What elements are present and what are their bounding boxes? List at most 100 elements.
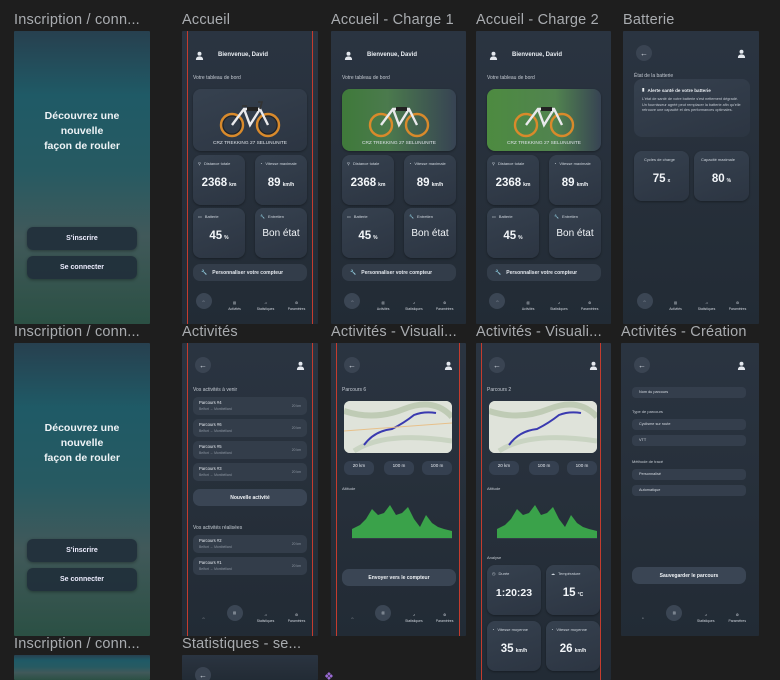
list-item[interactable]: Parcours #2 Belfort → Montbéliard 20 km bbox=[193, 535, 307, 553]
wrench-icon: 🔧 bbox=[554, 214, 559, 219]
route-map[interactable] bbox=[489, 401, 597, 453]
list-item[interactable]: Parcours #4 Belfort → Montbéliard 20 km bbox=[193, 397, 307, 415]
maintenance-card[interactable]: 🔧 Entretien Bon état bbox=[404, 208, 456, 258]
map-icon[interactable]: ▥ bbox=[666, 605, 683, 621]
nav-activities[interactable]: ▥ Activités bbox=[664, 301, 688, 311]
battery-icon: ▭ bbox=[347, 214, 351, 219]
map-icon[interactable]: ▥ bbox=[375, 605, 392, 621]
nav-stats[interactable]: ⩘ Statistiques bbox=[695, 301, 719, 311]
login-button[interactable]: Se connecter bbox=[27, 568, 137, 591]
nav-stats[interactable]: ⩘ Statistiques bbox=[694, 613, 718, 623]
route-type-label: Type de parcours bbox=[632, 409, 663, 414]
welcome-frame-3 bbox=[14, 655, 150, 680]
save-route-button[interactable]: Sauvegarder le parcours bbox=[632, 567, 746, 584]
home-icon[interactable]: ⌂ bbox=[195, 293, 212, 309]
nav-home[interactable]: ⌂ bbox=[192, 616, 216, 620]
route-map[interactable] bbox=[344, 401, 452, 453]
signup-button[interactable]: S'inscrire bbox=[27, 227, 137, 250]
list-item[interactable]: Parcours #1 Belfort → Montbéliard 20 km bbox=[193, 557, 307, 575]
frame-label-charge1: Accueil - Charge 1 bbox=[331, 12, 454, 28]
distance-card[interactable]: ⚲ Distance totale 2368 km bbox=[193, 155, 245, 205]
method-auto-option[interactable]: Automatique bbox=[632, 485, 746, 496]
battery-card[interactable]: ▭ Batterie 45% bbox=[342, 208, 394, 258]
user-icon[interactable] bbox=[190, 46, 208, 64]
nav-settings[interactable]: ⚙ Paramètres bbox=[726, 301, 750, 311]
new-activity-button[interactable]: Nouvelle activité bbox=[193, 489, 307, 506]
user-icon[interactable] bbox=[440, 357, 456, 373]
back-arrow-icon[interactable]: ← bbox=[634, 357, 650, 373]
login-button[interactable]: Se connecter bbox=[27, 256, 137, 279]
user-icon[interactable] bbox=[733, 357, 749, 373]
elevation-up-pill: 100 m bbox=[384, 461, 414, 475]
battery-card[interactable]: ▭ Batterie 45% bbox=[487, 208, 539, 258]
back-arrow-icon[interactable]: ← bbox=[344, 357, 360, 373]
maintenance-card[interactable]: 🔧 Entretien Bon état bbox=[255, 208, 307, 258]
bike-card-charging[interactable]: CRZ TREKKING 27 SELUNUNITE bbox=[342, 89, 456, 151]
route-name-input[interactable]: Nom du parcours bbox=[632, 387, 746, 398]
nav-stats[interactable]: ⩘ Statistiques bbox=[254, 613, 278, 623]
list-item[interactable]: Parcours #6 Belfort → Montbéliard 20 km bbox=[193, 419, 307, 437]
gear-icon: ⚙ bbox=[443, 613, 447, 617]
gear-icon: ⚙ bbox=[588, 301, 592, 305]
home-icon[interactable]: ⌂ bbox=[489, 293, 506, 309]
maintenance-card[interactable]: 🔧 Entretien Bon état bbox=[549, 208, 601, 258]
speed-card[interactable]: ◔ Vitesse maximale 89 km/h bbox=[549, 155, 601, 205]
nav-activities[interactable]: ▥ Activités bbox=[223, 301, 247, 311]
home-icon[interactable]: ⌂ bbox=[636, 293, 653, 309]
bike-icon bbox=[513, 107, 575, 138]
back-arrow-icon[interactable]: ← bbox=[489, 357, 505, 373]
speed-card[interactable]: ◔ Vitesse maximale 89 km/h bbox=[404, 155, 456, 205]
max-capacity-card: Capacité maximale 80% bbox=[694, 151, 749, 201]
battery-card[interactable]: ▭ Batterie 45% bbox=[193, 208, 245, 258]
dashboard-title: Votre tableau de bord bbox=[342, 75, 390, 81]
user-icon[interactable] bbox=[339, 46, 357, 64]
nav-home[interactable]: ⌂ bbox=[340, 616, 364, 620]
accueil-frame: Bienvenue, David Votre tableau de bord C… bbox=[182, 31, 318, 324]
user-icon[interactable] bbox=[733, 45, 749, 61]
bike-card[interactable]: CRZ TREKKING 27 SELUNUNITE bbox=[193, 89, 307, 151]
signup-button[interactable]: S'inscrire bbox=[27, 539, 137, 562]
speed-card[interactable]: ◔ Vitesse maximale 89 km/h bbox=[255, 155, 307, 205]
gear-icon: ⚙ bbox=[735, 301, 740, 305]
distance-card[interactable]: ⚲ Distance totale 2368 km bbox=[342, 155, 394, 205]
nav-settings[interactable]: ⚙ Paramètres bbox=[285, 613, 309, 623]
wrench-icon: 🔧 bbox=[409, 214, 414, 219]
nav-activities[interactable]: ▥ Activités bbox=[371, 301, 395, 311]
wrench-icon: 🔧 bbox=[201, 269, 208, 276]
nav-settings[interactable]: ⚙ Paramètres bbox=[578, 301, 602, 311]
nav-settings[interactable]: ⚙ Paramètres bbox=[433, 301, 457, 311]
nav-activities[interactable]: ▥ Activités bbox=[516, 301, 540, 311]
method-custom-option[interactable]: Personnalisé bbox=[632, 469, 746, 480]
personalize-button[interactable]: 🔧 Personnaliser votre compteur bbox=[487, 264, 601, 281]
map-icon[interactable]: ▥ bbox=[226, 605, 243, 621]
type-vtt-option[interactable]: VTT bbox=[632, 435, 746, 446]
list-item[interactable]: Parcours #5 Belfort → Montbéliard 20 km bbox=[193, 441, 307, 459]
back-arrow-icon[interactable]: ← bbox=[195, 667, 211, 680]
nav-stats[interactable]: ⩘ Statistiques bbox=[547, 301, 571, 311]
frame-label-statistiques: Statistiques - se... bbox=[182, 636, 302, 652]
home-icon[interactable]: ⌂ bbox=[344, 293, 361, 309]
speedometer-icon: ◔ bbox=[492, 627, 495, 632]
user-icon[interactable] bbox=[292, 357, 308, 373]
list-item[interactable]: Parcours #3 Belfort → Montbéliard 20 km bbox=[193, 463, 307, 481]
personalize-button[interactable]: 🔧 Personnaliser votre compteur bbox=[193, 264, 307, 281]
bike-card-charging[interactable]: CRZ TREKKING 27 SELUNUNITE bbox=[487, 89, 601, 151]
distance-card[interactable]: ⚲ Distance totale 2368 km bbox=[487, 155, 539, 205]
type-road-option[interactable]: Cyclisme sur route bbox=[632, 419, 746, 430]
back-arrow-icon[interactable]: ← bbox=[636, 45, 652, 61]
frame-label-visual1: Activités - Visuali... bbox=[331, 324, 457, 340]
nav-stats[interactable]: ⩘ Statistiques bbox=[402, 613, 426, 623]
distance-icon: ⚲ bbox=[347, 161, 350, 166]
send-to-meter-button[interactable]: Envoyer vers le compteur bbox=[342, 569, 456, 586]
nav-settings[interactable]: ⚙ Paramètres bbox=[285, 301, 309, 311]
nav-stats[interactable]: ⩘ Statistiques bbox=[254, 301, 278, 311]
nav-settings[interactable]: ⚙ Paramètres bbox=[725, 613, 749, 623]
back-arrow-icon[interactable]: ← bbox=[195, 357, 211, 373]
user-icon[interactable] bbox=[585, 357, 601, 373]
map-icon: ▥ bbox=[232, 301, 237, 305]
personalize-button[interactable]: 🔧 Personnaliser votre compteur bbox=[342, 264, 456, 281]
nav-home[interactable]: ⌂ bbox=[631, 616, 655, 620]
nav-stats[interactable]: ⩘ Statistiques bbox=[402, 301, 426, 311]
user-icon[interactable] bbox=[484, 46, 502, 64]
nav-settings[interactable]: ⚙ Paramètres bbox=[433, 613, 457, 623]
